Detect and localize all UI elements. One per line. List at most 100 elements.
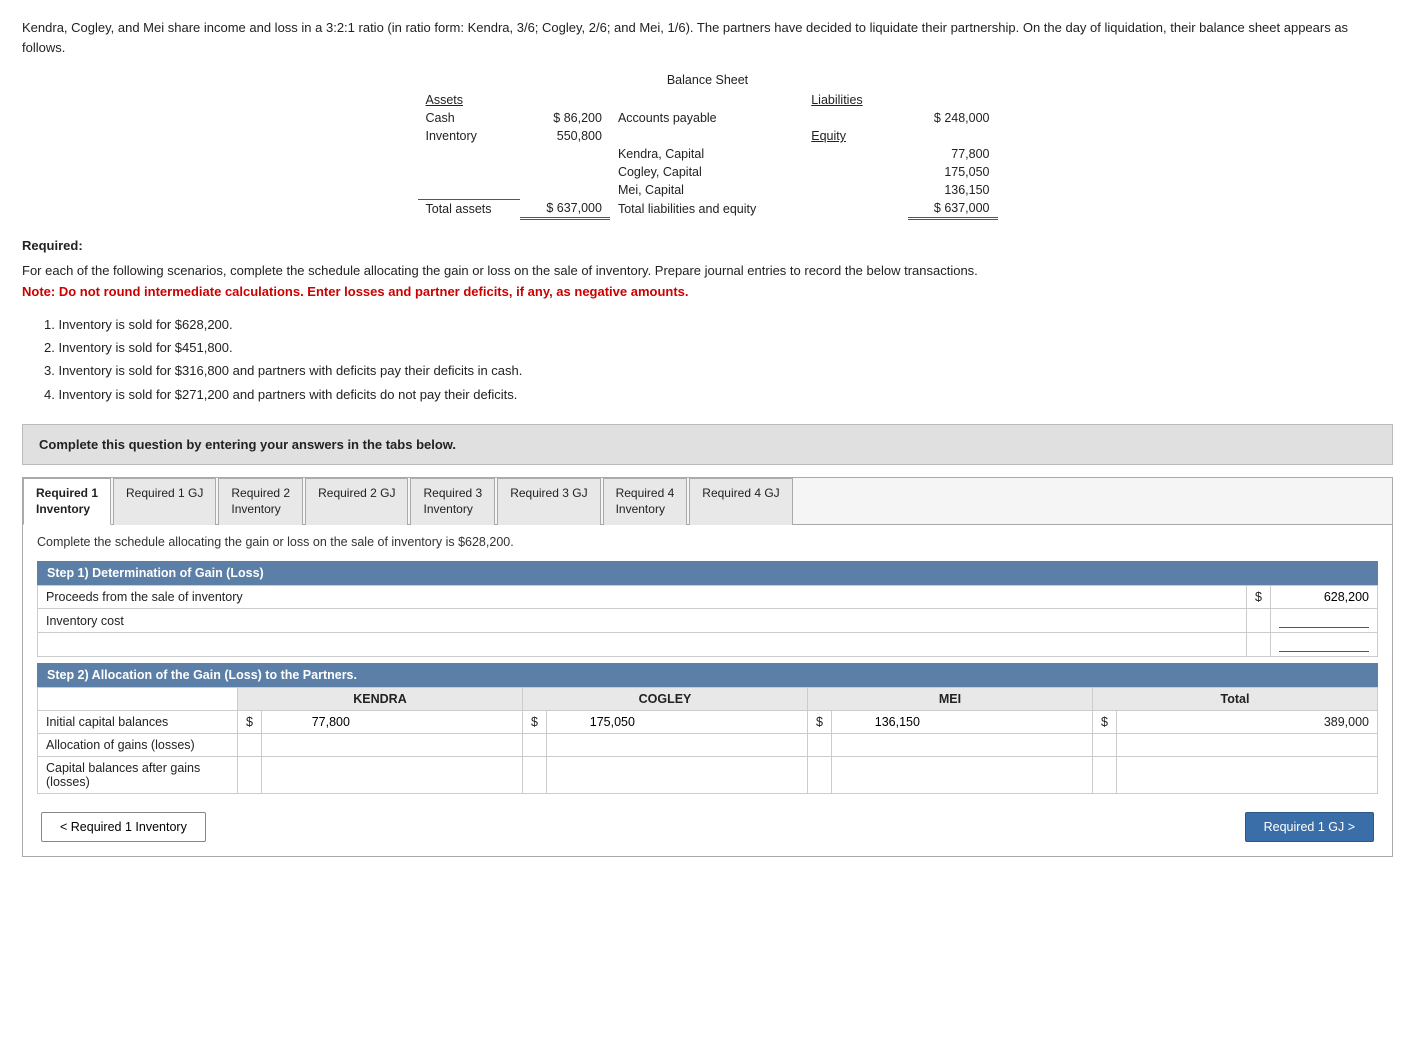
- cash-label: Cash: [418, 109, 521, 127]
- mei-capital-label: Mei, Capital: [610, 181, 803, 199]
- total-after-input[interactable]: [1125, 768, 1205, 782]
- assets-label: Assets: [418, 91, 521, 109]
- mei-capital-value: 136,150: [908, 181, 998, 199]
- complete-box: Complete this question by entering your …: [22, 424, 1393, 465]
- total-after-dollar: [1093, 757, 1117, 794]
- cogley-after-cell[interactable]: [546, 757, 807, 794]
- bottom-nav: < Required 1 Inventory Required 1 GJ >: [37, 812, 1378, 842]
- proceeds-dollar: $: [1247, 586, 1271, 609]
- inventory-cost-input[interactable]: [1279, 613, 1369, 628]
- total-col-header: Total: [1093, 688, 1378, 711]
- kendra-after-dollar: [238, 757, 262, 794]
- scenario-4: 4. Inventory is sold for $271,200 and pa…: [44, 383, 1393, 406]
- cash-value: $ 86,200: [520, 109, 610, 127]
- inventory-cost-label: Inventory cost: [38, 609, 1247, 633]
- note-red: Note: Do not round intermediate calculat…: [22, 284, 689, 299]
- cogley-after-dollar: [523, 757, 547, 794]
- tabs-row: Required 1Inventory Required 1 GJ Requir…: [23, 478, 1392, 525]
- proceeds-label: Proceeds from the sale of inventory: [38, 586, 1247, 609]
- tab-req3-inventory[interactable]: Required 3Inventory: [410, 478, 495, 525]
- cogley-capital-value: 175,050: [908, 163, 998, 181]
- proceeds-input[interactable]: [1279, 590, 1369, 604]
- mei-after-cell[interactable]: [831, 757, 1092, 794]
- initial-capital-label: Initial capital balances: [38, 711, 238, 734]
- total-liabilities-label: Total liabilities and equity: [610, 199, 803, 219]
- kendra-capital-label: Kendra, Capital: [610, 145, 803, 163]
- gain-loss-dollar: [1247, 633, 1271, 657]
- total-alloc-input[interactable]: [1125, 738, 1205, 752]
- accounts-payable-label: Accounts payable: [610, 109, 803, 127]
- table-row: Allocation of gains (losses): [38, 734, 1378, 757]
- total-after-cell[interactable]: [1116, 757, 1377, 794]
- total-initial-cell: 389,000: [1116, 711, 1377, 734]
- tab-req3-gj[interactable]: Required 3 GJ: [497, 478, 600, 525]
- cogley-initial-cell[interactable]: [546, 711, 807, 734]
- kendra-initial-input[interactable]: [270, 715, 350, 729]
- gain-loss-input[interactable]: [1279, 637, 1369, 652]
- gain-loss-cell[interactable]: [1271, 633, 1378, 657]
- balance-sheet: Balance Sheet Assets Liabilities Cash $ …: [418, 71, 998, 220]
- table-row: Inventory cost: [38, 609, 1378, 633]
- cogley-alloc-cell[interactable]: [546, 734, 807, 757]
- inventory-cost-cell[interactable]: [1271, 609, 1378, 633]
- tabs-container: Required 1Inventory Required 1 GJ Requir…: [22, 477, 1393, 857]
- next-button[interactable]: Required 1 GJ >: [1245, 812, 1374, 842]
- tab-req4-gj[interactable]: Required 4 GJ: [689, 478, 792, 525]
- tab-req4-inventory[interactable]: Required 4Inventory: [603, 478, 688, 525]
- step2-header: Step 2) Allocation of the Gain (Loss) to…: [37, 663, 1378, 687]
- table-row: Capital balances after gains (losses): [38, 757, 1378, 794]
- total-alloc-cell[interactable]: [1116, 734, 1377, 757]
- tab-req2-gj[interactable]: Required 2 GJ: [305, 478, 408, 525]
- kendra-after-input[interactable]: [270, 768, 350, 782]
- total-alloc-dollar: [1093, 734, 1117, 757]
- scenario-2: 2. Inventory is sold for $451,800.: [44, 336, 1393, 359]
- accounts-payable-value: $ 248,000: [908, 109, 998, 127]
- total-dollar-sign: $: [1093, 711, 1117, 734]
- inventory-cost-dollar: [1247, 609, 1271, 633]
- mei-col-header: MEI: [808, 688, 1093, 711]
- mei-initial-input[interactable]: [840, 715, 920, 729]
- kendra-initial-cell[interactable]: [261, 711, 522, 734]
- proceeds-value-cell[interactable]: [1271, 586, 1378, 609]
- tab-content: Complete the schedule allocating the gai…: [23, 525, 1392, 856]
- balance-sheet-wrapper: Balance Sheet Assets Liabilities Cash $ …: [22, 71, 1393, 220]
- table-row: Proceeds from the sale of inventory $: [38, 586, 1378, 609]
- kendra-alloc-cell[interactable]: [261, 734, 522, 757]
- gain-loss-label: [38, 633, 1247, 657]
- instructions: For each of the following scenarios, com…: [22, 261, 1393, 303]
- cogley-alloc-input[interactable]: [555, 738, 635, 752]
- inventory-label: Inventory: [418, 127, 521, 145]
- intro-text: Kendra, Cogley, and Mei share income and…: [22, 18, 1393, 57]
- table-row: Initial capital balances $ $ $ $: [38, 711, 1378, 734]
- liabilities-label: Liabilities: [803, 91, 887, 109]
- kendra-after-cell[interactable]: [261, 757, 522, 794]
- mei-alloc-cell[interactable]: [831, 734, 1092, 757]
- tab-req1-gj[interactable]: Required 1 GJ: [113, 478, 216, 525]
- tab-req2-inventory[interactable]: Required 2Inventory: [218, 478, 303, 525]
- mei-alloc-input[interactable]: [840, 738, 920, 752]
- total-liabilities-value: $ 637,000: [908, 199, 998, 219]
- cogley-alloc-dollar: [523, 734, 547, 757]
- scenario-3: 3. Inventory is sold for $316,800 and pa…: [44, 359, 1393, 382]
- cogley-capital-label: Cogley, Capital: [610, 163, 803, 181]
- mei-alloc-dollar: [808, 734, 832, 757]
- kendra-col-header: KENDRA: [238, 688, 523, 711]
- back-button[interactable]: < Required 1 Inventory: [41, 812, 206, 842]
- tab-subtitle: Complete the schedule allocating the gai…: [37, 535, 1378, 549]
- step1-table: Proceeds from the sale of inventory $ In…: [37, 585, 1378, 657]
- inventory-value: 550,800: [520, 127, 610, 145]
- kendra-alloc-input[interactable]: [270, 738, 350, 752]
- cogley-col-header: COGLEY: [523, 688, 808, 711]
- mei-dollar-sign: $: [808, 711, 832, 734]
- allocation-label: Allocation of gains (losses): [38, 734, 238, 757]
- total-assets-value: $ 637,000: [520, 199, 610, 219]
- mei-initial-cell[interactable]: [831, 711, 1092, 734]
- cogley-initial-input[interactable]: [555, 715, 635, 729]
- bs-title: Balance Sheet: [418, 71, 998, 91]
- tab-req1-inventory[interactable]: Required 1Inventory: [23, 478, 111, 525]
- scenarios: 1. Inventory is sold for $628,200. 2. In…: [44, 313, 1393, 407]
- cogley-after-input[interactable]: [555, 768, 635, 782]
- kendra-capital-value: 77,800: [908, 145, 998, 163]
- kendra-dollar-sign: $: [238, 711, 262, 734]
- mei-after-input[interactable]: [840, 768, 920, 782]
